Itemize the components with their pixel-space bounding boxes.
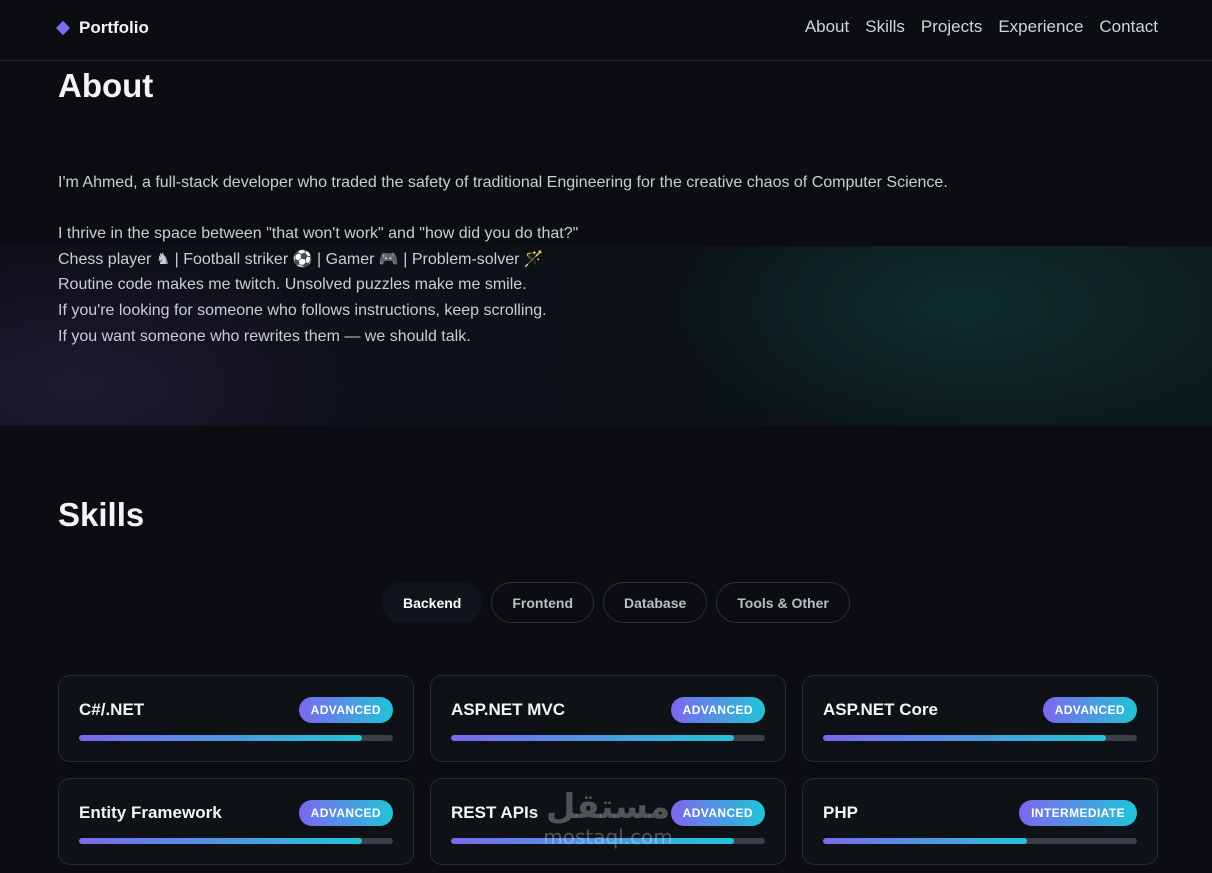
about-text: I'm Ahmed, a full-stack developer who tr… xyxy=(58,170,1058,349)
skill-progress-track xyxy=(823,735,1137,741)
skill-progress-fill xyxy=(451,735,734,741)
nav-link-projects[interactable]: Projects xyxy=(921,17,982,37)
about-title: About xyxy=(58,67,154,104)
nav-link-skills[interactable]: Skills xyxy=(865,17,905,37)
interest-gamer: Gamer 🎮 xyxy=(325,250,399,268)
skill-progress-fill xyxy=(823,735,1106,741)
skill-progress-fill xyxy=(79,735,362,741)
skill-name: REST APIs xyxy=(451,803,539,822)
about-line-thrive: I thrive in the space between "that won'… xyxy=(58,225,579,243)
skills-tabs: Backend Frontend Database Tools & Other xyxy=(382,582,850,623)
skill-level-badge: ADVANCED xyxy=(670,697,765,723)
tab-database[interactable]: Database xyxy=(603,582,708,623)
skill-progress-track xyxy=(451,735,765,741)
skill-card: ASP.NET MVC ADVANCED xyxy=(430,675,786,762)
tab-tools-other[interactable]: Tools & Other xyxy=(716,582,850,623)
skill-progress-track xyxy=(451,838,765,844)
skill-name: C#/.NET xyxy=(79,700,145,719)
skills-grid: C#/.NET ADVANCED ASP.NET MVC ADVANCED AS… xyxy=(58,675,1158,865)
brand-name: Portfolio xyxy=(79,18,149,37)
skill-card: ASP.NET Core ADVANCED xyxy=(802,675,1158,762)
skill-level-badge: ADVANCED xyxy=(1042,697,1137,723)
nav-link-experience[interactable]: Experience xyxy=(998,17,1083,37)
interest-football: Football striker ⚽ xyxy=(183,250,313,268)
skill-level-badge: ADVANCED xyxy=(298,800,393,826)
top-navbar: Portfolio About Skills Projects Experien… xyxy=(0,0,1212,61)
diamond-icon xyxy=(55,20,71,36)
skill-level-badge: ADVANCED xyxy=(670,800,765,826)
nav-links: About Skills Projects Experience Contact xyxy=(805,17,1158,37)
about-line-routine: Routine code makes me twitch. Unsolved p… xyxy=(58,276,527,294)
interest-solver: Problem-solver 🪄 xyxy=(411,250,544,268)
skill-level-badge: INTERMEDIATE xyxy=(1019,800,1137,826)
interest-separator: | xyxy=(398,250,412,268)
tab-frontend[interactable]: Frontend xyxy=(491,582,595,623)
skills-title: Skills xyxy=(58,496,145,533)
skill-name: PHP xyxy=(823,803,858,822)
skill-card: Entity Framework ADVANCED xyxy=(58,778,414,865)
about-intro: I'm Ahmed, a full-stack developer who tr… xyxy=(58,174,948,191)
skill-progress-fill xyxy=(823,838,1028,844)
interest-chess: Chess player ♞ xyxy=(58,250,171,268)
skill-name: ASP.NET Core xyxy=(823,700,938,719)
skill-progress-track xyxy=(823,838,1137,844)
skill-progress-track xyxy=(79,838,393,844)
skill-name: ASP.NET MVC xyxy=(451,700,565,719)
interest-separator: | xyxy=(170,250,184,268)
nav-link-about[interactable]: About xyxy=(805,17,849,37)
about-line-instructions: If you're looking for someone who follow… xyxy=(58,301,547,319)
tab-backend[interactable]: Backend xyxy=(382,582,483,623)
skill-name: Entity Framework xyxy=(79,803,222,822)
interest-separator: | xyxy=(312,250,326,268)
brand-logo[interactable]: Portfolio xyxy=(55,18,149,38)
about-interests: Chess player ♞ | Football striker ⚽ | Ga… xyxy=(58,247,1058,273)
about-line-rewrite: If you want someone who rewrites them — … xyxy=(58,327,471,345)
nav-link-contact[interactable]: Contact xyxy=(1099,17,1158,37)
skill-progress-track xyxy=(79,735,393,741)
skill-card: C#/.NET ADVANCED xyxy=(58,675,414,762)
skill-progress-fill xyxy=(451,838,734,844)
skill-progress-fill xyxy=(79,838,362,844)
skill-card: PHP INTERMEDIATE xyxy=(802,778,1158,865)
skill-card: REST APIs ADVANCED xyxy=(430,778,786,865)
skill-level-badge: ADVANCED xyxy=(298,697,393,723)
